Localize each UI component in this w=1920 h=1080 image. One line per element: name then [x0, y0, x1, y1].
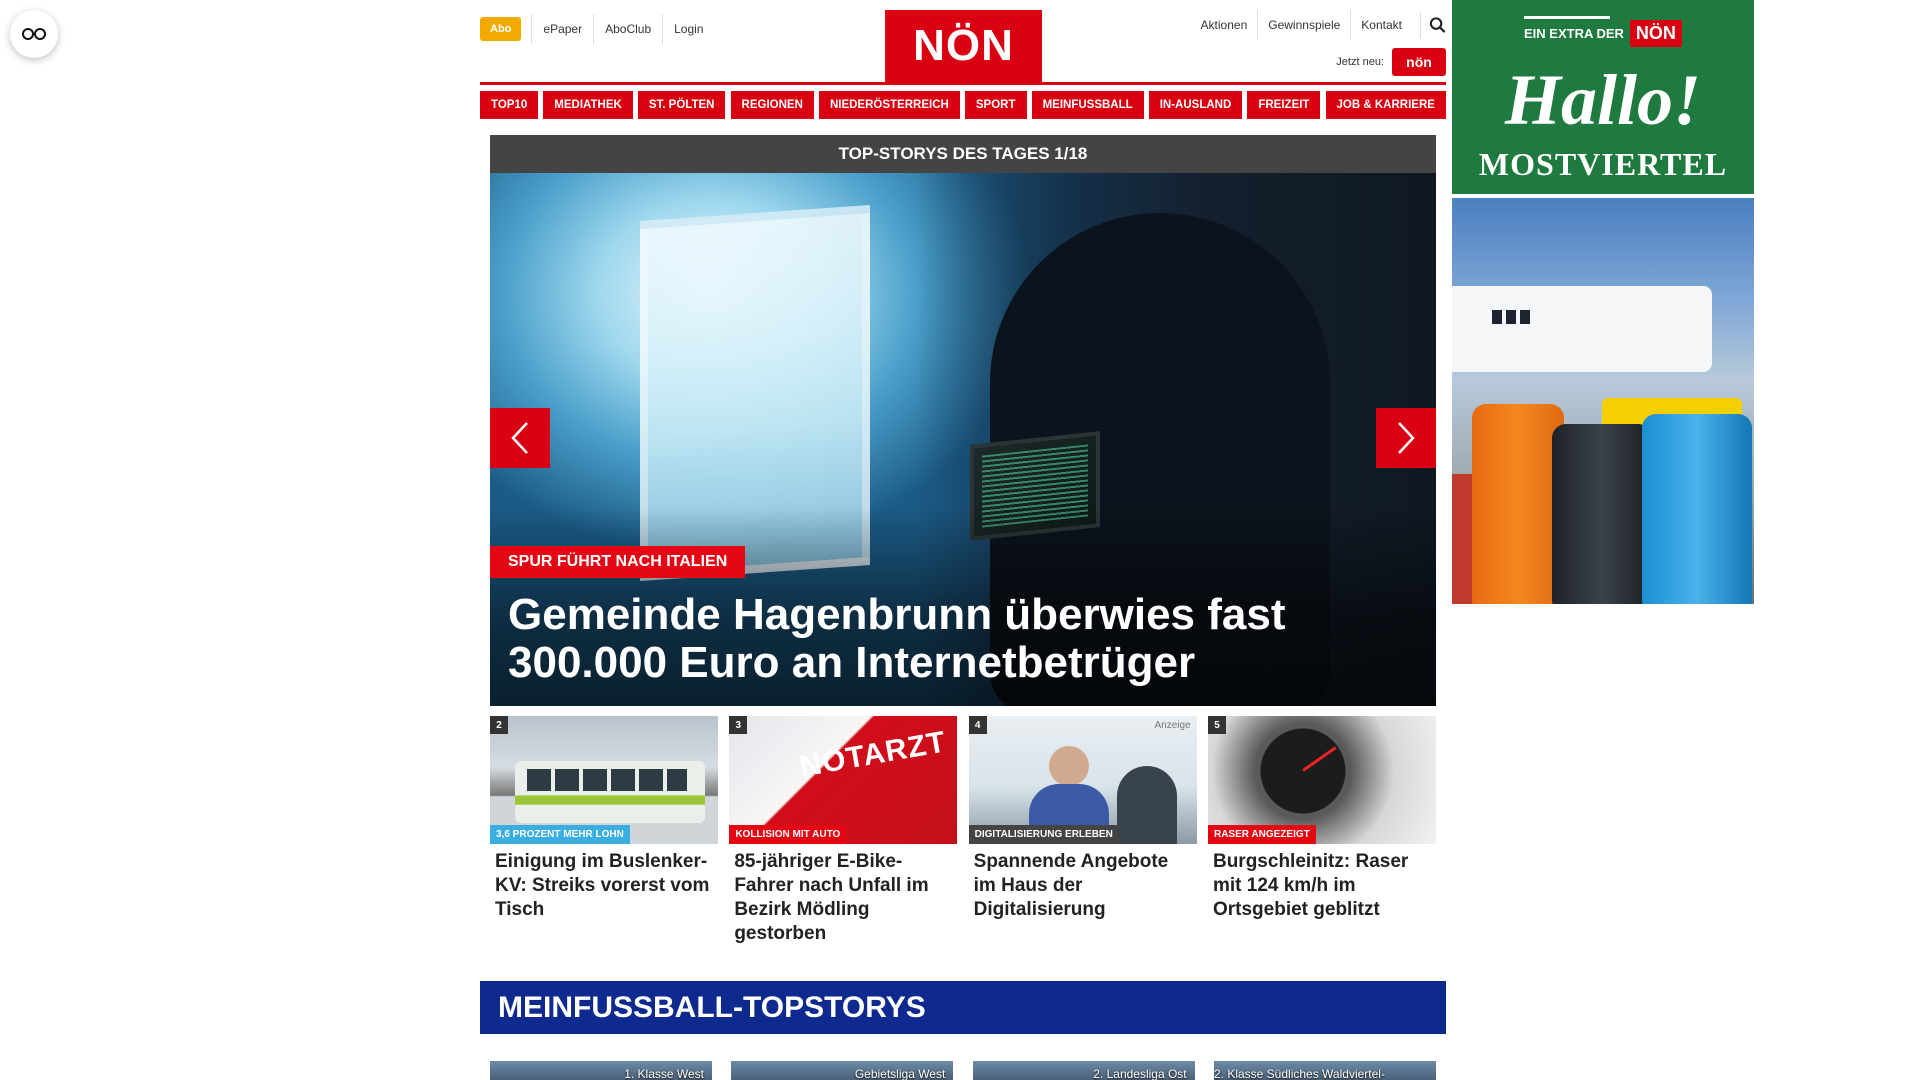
- login-link[interactable]: Login: [662, 14, 714, 44]
- airplane-image: [1452, 286, 1712, 372]
- aktionen-link[interactable]: Aktionen: [1191, 10, 1258, 40]
- story-image[interactable]: NOTARZT 3 KOLLISION MIT AUTO: [729, 716, 958, 844]
- nav-job-karriere[interactable]: JOB & KARRIERE: [1325, 91, 1446, 119]
- reader-glasses-icon: [22, 28, 46, 40]
- nav-niederoesterreich[interactable]: NIEDERÖSTERREICH: [818, 91, 960, 119]
- ad-extra-line: EIN EXTRA DER NÖN: [1524, 16, 1682, 47]
- nav-st-poelten[interactable]: ST. PÖLTEN: [637, 91, 726, 119]
- chevron-right-icon: [1398, 422, 1415, 454]
- story-title[interactable]: Burgschleinitz: Raser mit 124 km/h im Or…: [1208, 844, 1436, 922]
- story-card[interactable]: Anzeige 4 DIGITALISIERUNG ERLEBEN Spanne…: [968, 716, 1197, 946]
- story-title[interactable]: 85-jähriger E-Bike-Fahrer nach Unfall im…: [729, 844, 957, 946]
- story-tag: DIGITALISIERUNG ERLEBEN: [968, 825, 1119, 844]
- story-cards: 2 3,6 PROZENT MEHR LOHN Einigung im Busl…: [490, 716, 1436, 946]
- story-card[interactable]: NOTARZT 3 KOLLISION MIT AUTO 85-jähriger…: [729, 716, 958, 946]
- hero-headline[interactable]: Gemeinde Hagenbrunn überwies fast 300.00…: [508, 591, 1388, 687]
- league-label: 2. Landesliga Ost: [1093, 1067, 1187, 1080]
- slider-title: TOP-STORYS DES TAGES 1/18: [490, 135, 1436, 173]
- jetzt-neu-label: Jetzt neu:: [1336, 56, 1384, 68]
- aboclub-link[interactable]: AboClub: [593, 14, 662, 44]
- nav-mediathek[interactable]: MEDIATHEK: [543, 91, 633, 119]
- speedometer-needle: [1302, 746, 1337, 772]
- league-label: Gebietsliga West: [854, 1067, 946, 1080]
- top-stories-slider: TOP-STORYS DES TAGES 1/18 SPUR FÜHRT NAC…: [490, 135, 1436, 706]
- ad-non-badge: NÖN: [1629, 20, 1682, 47]
- notarzt-lettering: NOTARZT: [797, 725, 949, 784]
- league-label: 1. Klasse West: [624, 1067, 704, 1080]
- hero-image[interactable]: SPUR FÜHRT NACH ITALIEN Gemeinde Hagenbr…: [490, 173, 1436, 706]
- story-card[interactable]: 5 RASER ANGEZEIGT Burgschleinitz: Raser …: [1207, 716, 1436, 946]
- main-nav: TOP10 MEDIATHEK ST. PÖLTEN REGIONEN NIED…: [480, 91, 1446, 119]
- search-button[interactable]: [1420, 12, 1446, 38]
- chevron-left-icon: [511, 422, 528, 454]
- league-label: 2. Klasse Südliches Waldviertel-Wachau: [1213, 1067, 1385, 1080]
- story-number: 5: [1207, 716, 1226, 734]
- kontakt-link[interactable]: Kontakt: [1350, 10, 1412, 40]
- story-number: 3: [729, 716, 748, 734]
- abo-button[interactable]: Abo: [480, 17, 522, 41]
- nav-freizeit[interactable]: FREIZEIT: [1247, 91, 1321, 119]
- nav-regionen[interactable]: REGIONEN: [730, 91, 814, 119]
- football-card[interactable]: 1. Klasse West: [490, 1061, 712, 1080]
- meinfussball-cards: 1. Klasse West Gebietsliga West 2. Lande…: [490, 1061, 1436, 1080]
- story-image[interactable]: Anzeige 4 DIGITALISIERUNG ERLEBEN: [968, 716, 1197, 844]
- hallo-mostviertel-ad[interactable]: EIN EXTRA DER NÖN Hallo! MOSTVIERTEL: [1452, 0, 1754, 194]
- story-title[interactable]: Einigung im Buslenker-KV: Streiks vorers…: [490, 844, 718, 922]
- story-title[interactable]: Spannende Angebote im Haus der Digitalis…: [969, 844, 1197, 922]
- ad-marker: Anzeige: [1154, 720, 1191, 731]
- story-number: 2: [490, 716, 508, 734]
- gewinnspiele-link[interactable]: Gewinnspiele: [1257, 10, 1350, 40]
- slider-prev-button[interactable]: [490, 408, 550, 468]
- nav-meinfussball[interactable]: MEINFUSSBALL: [1031, 91, 1144, 119]
- epaper-link[interactable]: ePaper: [531, 14, 593, 44]
- ad-hallo: Hallo!: [1504, 60, 1702, 140]
- jetzt-neu: Jetzt neu: nön: [1336, 48, 1446, 76]
- nav-in-ausland[interactable]: IN-AUSLAND: [1148, 91, 1243, 119]
- search-icon: [1429, 17, 1446, 33]
- suitcase-orange: [1472, 404, 1564, 604]
- football-card[interactable]: Gebietsliga West: [731, 1061, 954, 1080]
- airport-luggage-ad[interactable]: [1452, 198, 1754, 604]
- story-tag: KOLLISION MIT AUTO: [729, 825, 847, 844]
- story-tag: RASER ANGEZEIGT: [1207, 825, 1316, 844]
- hero-kicker: SPUR FÜHRT NACH ITALIEN: [490, 546, 746, 578]
- site-logo[interactable]: NÖN: [885, 10, 1042, 82]
- bus-image: [515, 761, 705, 823]
- ad-region: MOSTVIERTEL: [1478, 146, 1728, 182]
- story-image[interactable]: 2 3,6 PROZENT MEHR LOHN: [490, 716, 718, 844]
- jetzt-neu-badge[interactable]: nön: [1392, 48, 1446, 76]
- suitcase-blue: [1642, 414, 1752, 604]
- top-right-links: Aktionen Gewinnspiele Kontakt: [1191, 10, 1446, 40]
- story-tag: 3,6 PROZENT MEHR LOHN: [490, 825, 630, 844]
- header-divider: [480, 82, 1446, 85]
- slider-next-button[interactable]: [1376, 408, 1436, 468]
- football-card[interactable]: 2. Landesliga Ost: [972, 1061, 1195, 1080]
- football-card[interactable]: 2. Klasse Südliches Waldviertel-Wachau: [1213, 1061, 1436, 1080]
- story-number: 4: [968, 716, 987, 734]
- suitcase-black: [1552, 424, 1652, 604]
- story-card[interactable]: 2 3,6 PROZENT MEHR LOHN Einigung im Busl…: [490, 716, 718, 946]
- ad-extra-label: EIN EXTRA DER: [1524, 26, 1624, 41]
- reader-mode-button[interactable]: [10, 10, 58, 58]
- nav-top10[interactable]: TOP10: [480, 91, 539, 119]
- meinfussball-section-title[interactable]: MEINFUSSBALL-TOPSTORYS: [480, 981, 1446, 1034]
- nav-sport[interactable]: SPORT: [964, 91, 1027, 119]
- top-left-links: Abo ePaper AboClub Login: [480, 14, 715, 44]
- story-image[interactable]: 5 RASER ANGEZEIGT: [1207, 716, 1436, 844]
